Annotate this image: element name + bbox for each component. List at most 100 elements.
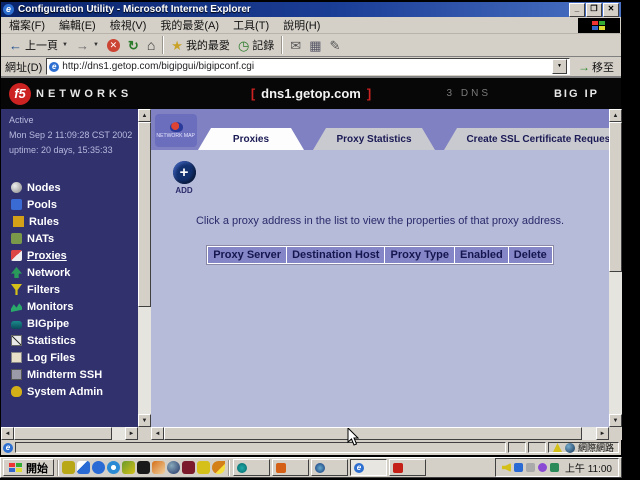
- sidebar-item-nats[interactable]: NATs: [11, 230, 135, 247]
- sidebar-item-log-files[interactable]: Log Files: [11, 349, 135, 366]
- quick-launch-icon[interactable]: [137, 461, 150, 474]
- print-button[interactable]: ▦: [305, 38, 325, 53]
- task-window-button[interactable]: [311, 459, 348, 476]
- quick-launch-icon[interactable]: [77, 461, 90, 474]
- sidebar-item-label: Log Files: [27, 352, 75, 364]
- quick-launch-icon[interactable]: [212, 461, 225, 474]
- edit-button[interactable]: ✎: [325, 38, 344, 53]
- back-dropdown-icon[interactable]: ▼: [62, 42, 68, 48]
- scroll-down-button[interactable]: ▼: [609, 414, 622, 427]
- sidebar-horizontal-scrollbar[interactable]: ◄ ►: [1, 427, 138, 440]
- column-header-delete[interactable]: Delete: [509, 247, 552, 263]
- column-header-proxy-type[interactable]: Proxy Type: [385, 247, 454, 263]
- quick-launch-icon[interactable]: [152, 461, 165, 474]
- tray-icon[interactable]: [526, 463, 535, 472]
- scroll-up-button[interactable]: ▲: [138, 109, 151, 122]
- windows-logo-icon: [592, 21, 606, 30]
- back-button[interactable]: ← 上一頁 ▼: [5, 36, 72, 54]
- address-dropdown-button[interactable]: ▼: [552, 59, 567, 74]
- statistics-icon: [11, 335, 22, 346]
- tab-create-ssl-certificate-request[interactable]: Create SSL Certificate Request: [444, 128, 609, 150]
- task-window-button[interactable]: [389, 459, 426, 476]
- forward-button[interactable]: → ▼: [72, 38, 103, 53]
- tray-icon[interactable]: [550, 463, 559, 472]
- tray-icon[interactable]: [514, 463, 523, 472]
- menu-edit[interactable]: 編輯(E): [59, 17, 96, 33]
- sidebar-item-system-admin[interactable]: System Admin: [11, 383, 135, 400]
- system-status-block: Active Mon Sep 2 11:09:28 CST 2002 uptim…: [9, 113, 132, 158]
- scroll-up-button[interactable]: ▲: [609, 109, 622, 122]
- main-vertical-scrollbar[interactable]: ▲ ▼: [609, 109, 622, 427]
- scrollbar-thumb[interactable]: [164, 427, 582, 440]
- sidebar-item-proxies[interactable]: Proxies: [11, 247, 135, 264]
- quick-launch-icon[interactable]: [182, 461, 195, 474]
- column-header-destination-host[interactable]: Destination Host: [287, 247, 384, 263]
- start-button[interactable]: 開始: [3, 459, 54, 476]
- sidebar-item-statistics[interactable]: Statistics: [11, 332, 135, 349]
- history-button[interactable]: ◷ 記錄: [234, 36, 278, 54]
- scrollbar-thumb[interactable]: [609, 122, 622, 272]
- tab-proxy-statistics[interactable]: Proxy Statistics: [313, 128, 435, 150]
- menu-view[interactable]: 檢視(V): [110, 17, 147, 33]
- scroll-left-button[interactable]: ◄: [1, 427, 14, 440]
- sidebar-item-filters[interactable]: Filters: [11, 281, 135, 298]
- quick-launch-icon[interactable]: [167, 461, 180, 474]
- sidebar-item-label: Pools: [27, 199, 57, 211]
- sidebar-item-pools[interactable]: Pools: [11, 196, 135, 213]
- stop-button[interactable]: ✕: [103, 38, 124, 53]
- favorites-button[interactable]: ★ 我的最愛: [167, 36, 234, 54]
- nats-icon: [11, 233, 22, 244]
- go-button[interactable]: → 移至: [575, 58, 617, 76]
- scrollbar-thumb[interactable]: [14, 427, 112, 440]
- menu-file[interactable]: 檔案(F): [9, 17, 45, 33]
- quick-launch-icon[interactable]: [107, 461, 120, 474]
- tab-proxies[interactable]: Proxies: [198, 128, 304, 150]
- menu-help[interactable]: 說明(H): [283, 17, 320, 33]
- main-horizontal-scrollbar[interactable]: ◄ ►: [151, 427, 609, 440]
- forward-dropdown-icon[interactable]: ▼: [93, 42, 99, 48]
- scrollbar-thumb[interactable]: [138, 122, 151, 307]
- quick-launch-icon[interactable]: [92, 461, 105, 474]
- scroll-down-button[interactable]: ▼: [138, 414, 151, 427]
- scroll-right-button[interactable]: ►: [596, 427, 609, 440]
- url-text[interactable]: http://dns1.getop.com/bigipgui/bigipconf…: [62, 61, 552, 72]
- network-map-button[interactable]: NETWORK MAP: [155, 114, 197, 147]
- scroll-right-button[interactable]: ►: [125, 427, 138, 440]
- home-button[interactable]: ⌂: [143, 37, 159, 53]
- history-label: 記錄: [252, 37, 274, 53]
- close-button[interactable]: ✕: [603, 3, 619, 17]
- column-header-enabled[interactable]: Enabled: [455, 247, 508, 263]
- scroll-left-button[interactable]: ◄: [151, 427, 164, 440]
- volume-icon[interactable]: [502, 463, 511, 472]
- sidebar-item-mindterm-ssh[interactable]: Mindterm SSH: [11, 366, 135, 383]
- browser-toolbar: ← 上一頁 ▼ → ▼ ✕ ↻ ⌂ ★ 我的最愛 ◷ 記錄 ✉: [1, 34, 621, 57]
- menu-tools[interactable]: 工具(T): [233, 17, 269, 33]
- minimize-button[interactable]: _: [569, 3, 585, 17]
- address-input[interactable]: e http://dns1.getop.com/bigipgui/bigipco…: [46, 58, 570, 75]
- sidebar-item-bigpipe[interactable]: BIGpipe: [11, 315, 135, 332]
- task-window-button-active[interactable]: e: [350, 459, 387, 476]
- sidebar-item-rules[interactable]: Rules: [11, 213, 135, 230]
- task-window-button[interactable]: [272, 459, 309, 476]
- tray-icon[interactable]: [538, 463, 547, 472]
- quick-launch-icon[interactable]: [122, 461, 135, 474]
- sidebar-vertical-scrollbar[interactable]: ▲ ▼: [138, 109, 151, 427]
- sidebar-item-label: System Admin: [27, 386, 103, 398]
- menu-favorites[interactable]: 我的最愛(A): [160, 17, 219, 33]
- refresh-button[interactable]: ↻: [124, 38, 143, 53]
- task-window-button[interactable]: [233, 459, 270, 476]
- page-icon: e: [49, 62, 59, 72]
- hostname-display: [dns1.getop.com]: [1, 86, 621, 101]
- column-header-proxy-server[interactable]: Proxy Server: [208, 247, 286, 263]
- taskbar-clock: 上午 11:00: [565, 460, 612, 475]
- mail-button[interactable]: ✉: [286, 38, 305, 53]
- sidebar-item-label: Nodes: [27, 182, 61, 194]
- quick-launch-icon[interactable]: [62, 461, 75, 474]
- edit-icon: ✎: [329, 39, 340, 52]
- quick-launch-icon[interactable]: [197, 461, 210, 474]
- add-proxy-button[interactable]: + ADD: [169, 161, 199, 195]
- sidebar-item-monitors[interactable]: Monitors: [11, 298, 135, 315]
- sidebar-item-network[interactable]: Network: [11, 264, 135, 281]
- maximize-button[interactable]: ❐: [586, 3, 602, 17]
- sidebar-item-nodes[interactable]: Nodes: [11, 179, 135, 196]
